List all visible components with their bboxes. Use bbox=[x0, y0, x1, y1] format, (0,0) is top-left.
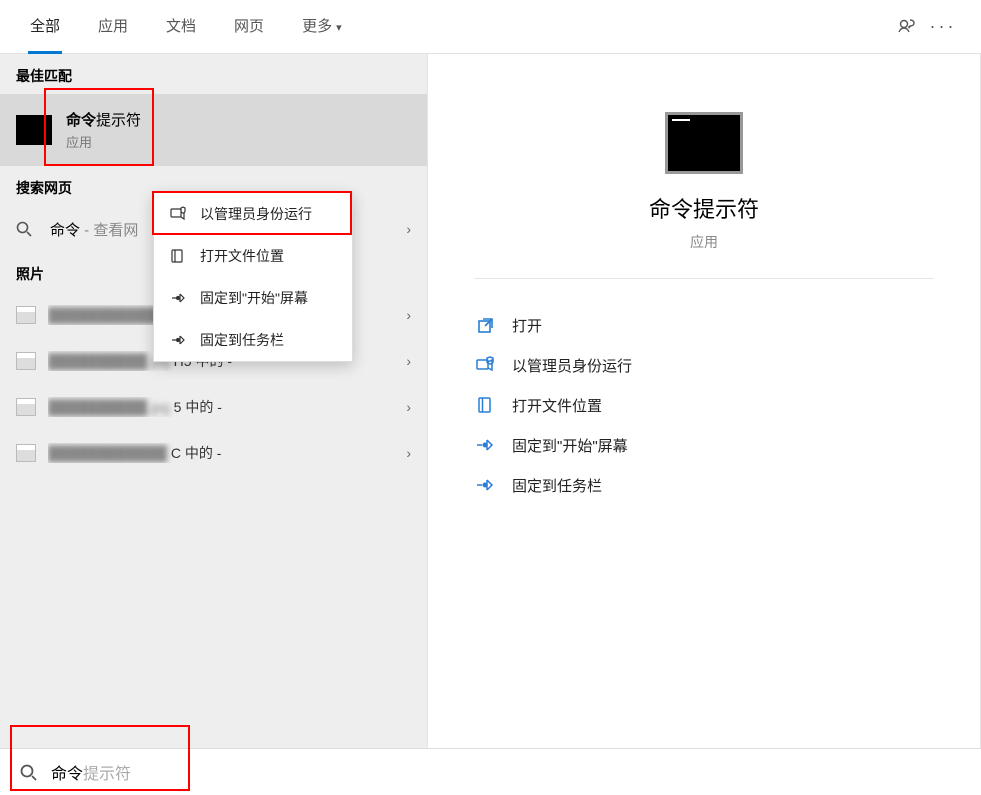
photo-result-row[interactable]: ████████████ C 中的 - › bbox=[0, 430, 427, 476]
tab-apps[interactable]: 应用 bbox=[88, 0, 138, 54]
pin-icon bbox=[474, 477, 496, 493]
tab-more[interactable]: 更多▾ bbox=[292, 0, 352, 54]
tab-web[interactable]: 网页 bbox=[224, 0, 274, 54]
feedback-icon[interactable] bbox=[889, 9, 925, 45]
app-large-icon bbox=[665, 112, 743, 174]
app-type: 应用 bbox=[474, 232, 934, 279]
action-open[interactable]: 打开 bbox=[474, 305, 934, 345]
photo-thumb-icon bbox=[16, 352, 36, 370]
section-best-match: 最佳匹配 bbox=[0, 54, 427, 94]
pin-icon bbox=[168, 332, 188, 348]
photo-result-text: ████████████ C 中的 - bbox=[48, 443, 398, 463]
app-title: 命令提示符 bbox=[474, 192, 934, 224]
shield-icon bbox=[168, 206, 188, 222]
best-match-subtitle: 应用 bbox=[66, 132, 141, 151]
chevron-right-icon: › bbox=[406, 399, 411, 415]
action-pin-start[interactable]: 固定到"开始"屏幕 bbox=[474, 425, 934, 465]
search-icon bbox=[16, 221, 36, 237]
search-typed-text: 命令 bbox=[51, 760, 83, 784]
web-search-text: 命令 - 查看网 bbox=[50, 219, 138, 240]
folder-icon bbox=[474, 396, 496, 414]
tab-all[interactable]: 全部 bbox=[20, 0, 70, 54]
pin-icon bbox=[474, 437, 496, 453]
pin-icon bbox=[168, 290, 188, 306]
detail-panel: 命令提示符 应用 打开 以管理员身份运行 打开文件位置 bbox=[428, 54, 981, 748]
ctx-run-as-admin[interactable]: 以管理员身份运行 bbox=[154, 193, 352, 235]
folder-icon bbox=[168, 248, 188, 264]
results-panel: 最佳匹配 命令提示符 应用 搜索网页 命令 - 查看网 › 照片 █ bbox=[0, 54, 428, 748]
action-run-as-admin[interactable]: 以管理员身份运行 bbox=[474, 345, 934, 385]
action-open-file-location[interactable]: 打开文件位置 bbox=[474, 385, 934, 425]
filter-tabs: 全部 应用 文档 网页 更多▾ ··· bbox=[0, 0, 981, 54]
ctx-pin-start[interactable]: 固定到"开始"屏幕 bbox=[154, 277, 352, 319]
photo-thumb-icon bbox=[16, 444, 36, 462]
best-match-title: 命令提示符 bbox=[66, 109, 141, 130]
photo-result-text: ██████████.jpg 5 中的 - bbox=[48, 397, 398, 417]
search-input[interactable]: 命令提示符 bbox=[0, 748, 981, 795]
chevron-right-icon: › bbox=[406, 221, 411, 237]
ctx-open-file-location[interactable]: 打开文件位置 bbox=[154, 235, 352, 277]
ctx-pin-taskbar[interactable]: 固定到任务栏 bbox=[154, 319, 352, 361]
context-menu: 以管理员身份运行 打开文件位置 固定到"开始"屏幕 固定到任务栏 bbox=[153, 192, 353, 362]
search-icon bbox=[20, 764, 37, 781]
action-pin-taskbar[interactable]: 固定到任务栏 bbox=[474, 465, 934, 505]
shield-icon bbox=[474, 356, 496, 374]
best-match-row[interactable]: 命令提示符 应用 bbox=[0, 94, 427, 166]
chevron-right-icon: › bbox=[406, 445, 411, 461]
cmd-icon bbox=[16, 115, 52, 145]
open-icon bbox=[474, 317, 496, 334]
tab-docs[interactable]: 文档 bbox=[156, 0, 206, 54]
chevron-down-icon: ▾ bbox=[336, 22, 342, 34]
search-completion-text: 提示符 bbox=[83, 760, 131, 784]
more-options-icon[interactable]: ··· bbox=[925, 9, 961, 45]
chevron-right-icon: › bbox=[406, 353, 411, 369]
photo-thumb-icon bbox=[16, 398, 36, 416]
photo-result-row[interactable]: ██████████.jpg 5 中的 - › bbox=[0, 384, 427, 430]
photo-thumb-icon bbox=[16, 306, 36, 324]
chevron-right-icon: › bbox=[406, 307, 411, 323]
